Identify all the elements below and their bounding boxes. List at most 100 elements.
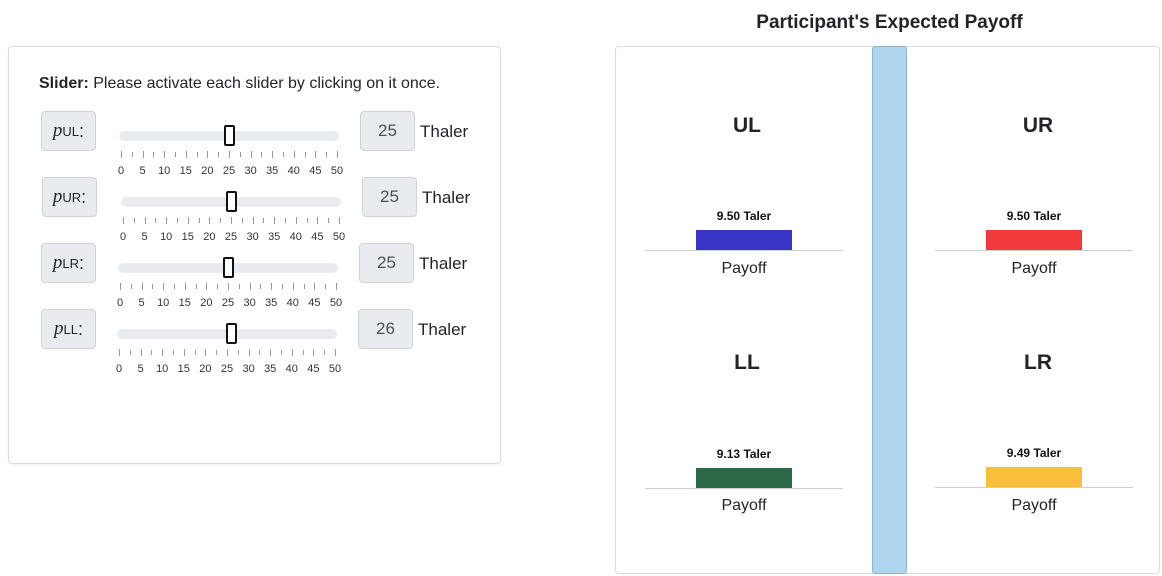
- quadrant-name-ur: UR: [1022, 114, 1054, 137]
- slider-tick: [144, 217, 146, 224]
- slider-tick: [231, 217, 232, 224]
- payoff-label-ur: Payoff: [1011, 260, 1057, 277]
- unit-label-lr: Thaler: [419, 254, 468, 273]
- slider-tick: [166, 217, 168, 224]
- slider-minor-tick: [175, 152, 176, 157]
- prob-subscript: UL: [62, 123, 80, 139]
- slider-minor-tick: [153, 152, 155, 157]
- slider-tick: [142, 151, 144, 158]
- slider-thumb-ur[interactable]: [226, 191, 237, 212]
- slider-minor-tick: [130, 284, 132, 289]
- slider-tick: [227, 349, 228, 356]
- slider-tick: [336, 283, 337, 290]
- slider-minor-tick: [241, 218, 243, 223]
- payoff-bar-ll: [696, 468, 792, 488]
- value-box-ul[interactable]: 25: [360, 111, 415, 151]
- slider-minor-tick: [325, 284, 327, 289]
- slider-tick: [121, 151, 122, 158]
- payoff-bar-lr: [986, 467, 1082, 487]
- slider-minor-tick: [131, 152, 133, 157]
- slider-tick: [291, 349, 293, 356]
- slider-tick: [164, 151, 166, 158]
- bar-baseline-ur: [935, 250, 1133, 251]
- quadrant-separator: [872, 46, 907, 574]
- slider-minor-tick: [328, 218, 330, 223]
- slider-tick-label: 25: [220, 363, 234, 375]
- slider-minor-tick: [155, 218, 157, 223]
- unit-label-ll: Thaler: [418, 320, 467, 339]
- slider-tick-label: 35: [264, 363, 277, 375]
- slider-minor-tick: [302, 350, 304, 355]
- slider-tick: [337, 151, 338, 158]
- slider-minor-tick: [281, 350, 282, 355]
- prob-colon: :: [79, 120, 85, 141]
- payoff-amount-ll: 9.13 Taler: [716, 447, 772, 461]
- bar-baseline-lr: [935, 487, 1133, 488]
- slider-tick: [249, 283, 251, 290]
- quadrant-name-ul: UL: [733, 114, 761, 137]
- slider-tick: [183, 349, 185, 356]
- slider-minor-tick: [218, 152, 220, 157]
- slider-minor-tick: [198, 218, 200, 223]
- slider-tick: [162, 349, 164, 356]
- slider-minor-tick: [303, 284, 305, 289]
- prob-symbol: p: [52, 186, 63, 207]
- prob-symbol: p: [52, 120, 63, 141]
- slider-minor-tick: [306, 218, 308, 223]
- slider-tick: [335, 349, 336, 356]
- value-box-ur[interactable]: 25: [362, 177, 417, 217]
- unit-label-ul: Thaler: [420, 122, 469, 141]
- slider-instruction: Slider: Please activate each slider by c…: [39, 75, 440, 93]
- slider-tick-label: 30: [242, 363, 255, 375]
- quadrant-name-lr: LR: [1024, 351, 1052, 374]
- slider-minor-tick: [129, 350, 131, 355]
- slider-minor-tick: [195, 284, 197, 289]
- slider-minor-tick: [282, 284, 283, 289]
- slider-minor-tick: [238, 284, 240, 289]
- slider-tick: [141, 283, 143, 290]
- slider-thumb-ul[interactable]: [224, 125, 235, 146]
- quadrant-name-ll: LL: [734, 351, 760, 374]
- prob-subscript: UR: [62, 189, 82, 205]
- slider-tick: [274, 217, 276, 224]
- slider-tick: [119, 349, 120, 356]
- slider-tick: [272, 151, 274, 158]
- prob-symbol: p: [52, 252, 63, 273]
- prob-label-ll: p LL:: [41, 309, 96, 349]
- slider-minor-tick: [216, 350, 218, 355]
- slider-minor-tick: [133, 218, 135, 223]
- prob-colon: :: [77, 318, 83, 339]
- slider-tick: [314, 283, 316, 290]
- slider-tick-label: 45: [307, 363, 320, 375]
- slider-tick: [292, 283, 294, 290]
- payoff-label-lr: Payoff: [1011, 497, 1057, 514]
- slider-minor-tick: [220, 218, 222, 223]
- value-box-ll[interactable]: 26: [358, 309, 413, 349]
- slider-tick: [271, 283, 273, 290]
- slider-tick: [250, 151, 252, 158]
- slider-minor-tick: [152, 284, 154, 289]
- value-box-lr[interactable]: 25: [359, 243, 414, 283]
- slider-minor-tick: [304, 152, 306, 157]
- payoff-label-ll: Payoff: [721, 497, 767, 514]
- slider-tick: [248, 349, 250, 356]
- slider-row-ul: p UL: 0 5 10 15 20 25 30 35 40 45 50 25 Thaler: [9, 110, 502, 177]
- slider-minor-tick: [173, 350, 174, 355]
- slider-tick: [206, 283, 208, 290]
- slider-minor-tick: [259, 350, 261, 355]
- slider-tick: [140, 349, 142, 356]
- slider-tick-label: 5: [137, 363, 144, 375]
- slider-tick: [120, 283, 121, 290]
- slider-minor-tick: [217, 284, 219, 289]
- bar-baseline-ul: [645, 250, 843, 251]
- slider-row-ll: p LL: 0 5 10 15 20 25 30 35 40 45 50 26 Thaler: [9, 308, 502, 375]
- prob-colon: :: [81, 186, 87, 207]
- prob-label-ur: p UR:: [42, 177, 97, 217]
- slider-tick: [205, 349, 207, 356]
- slider-ticks-lr: 0 5 10 15 20 25 30 35 40 45 50: [117, 283, 342, 309]
- slider-thumb-lr[interactable]: [223, 257, 234, 278]
- slider-tick-label: 10: [156, 363, 169, 375]
- slider-minor-tick: [261, 152, 263, 157]
- slider-thumb-ll[interactable]: [226, 323, 238, 344]
- slider-tick: [313, 349, 315, 356]
